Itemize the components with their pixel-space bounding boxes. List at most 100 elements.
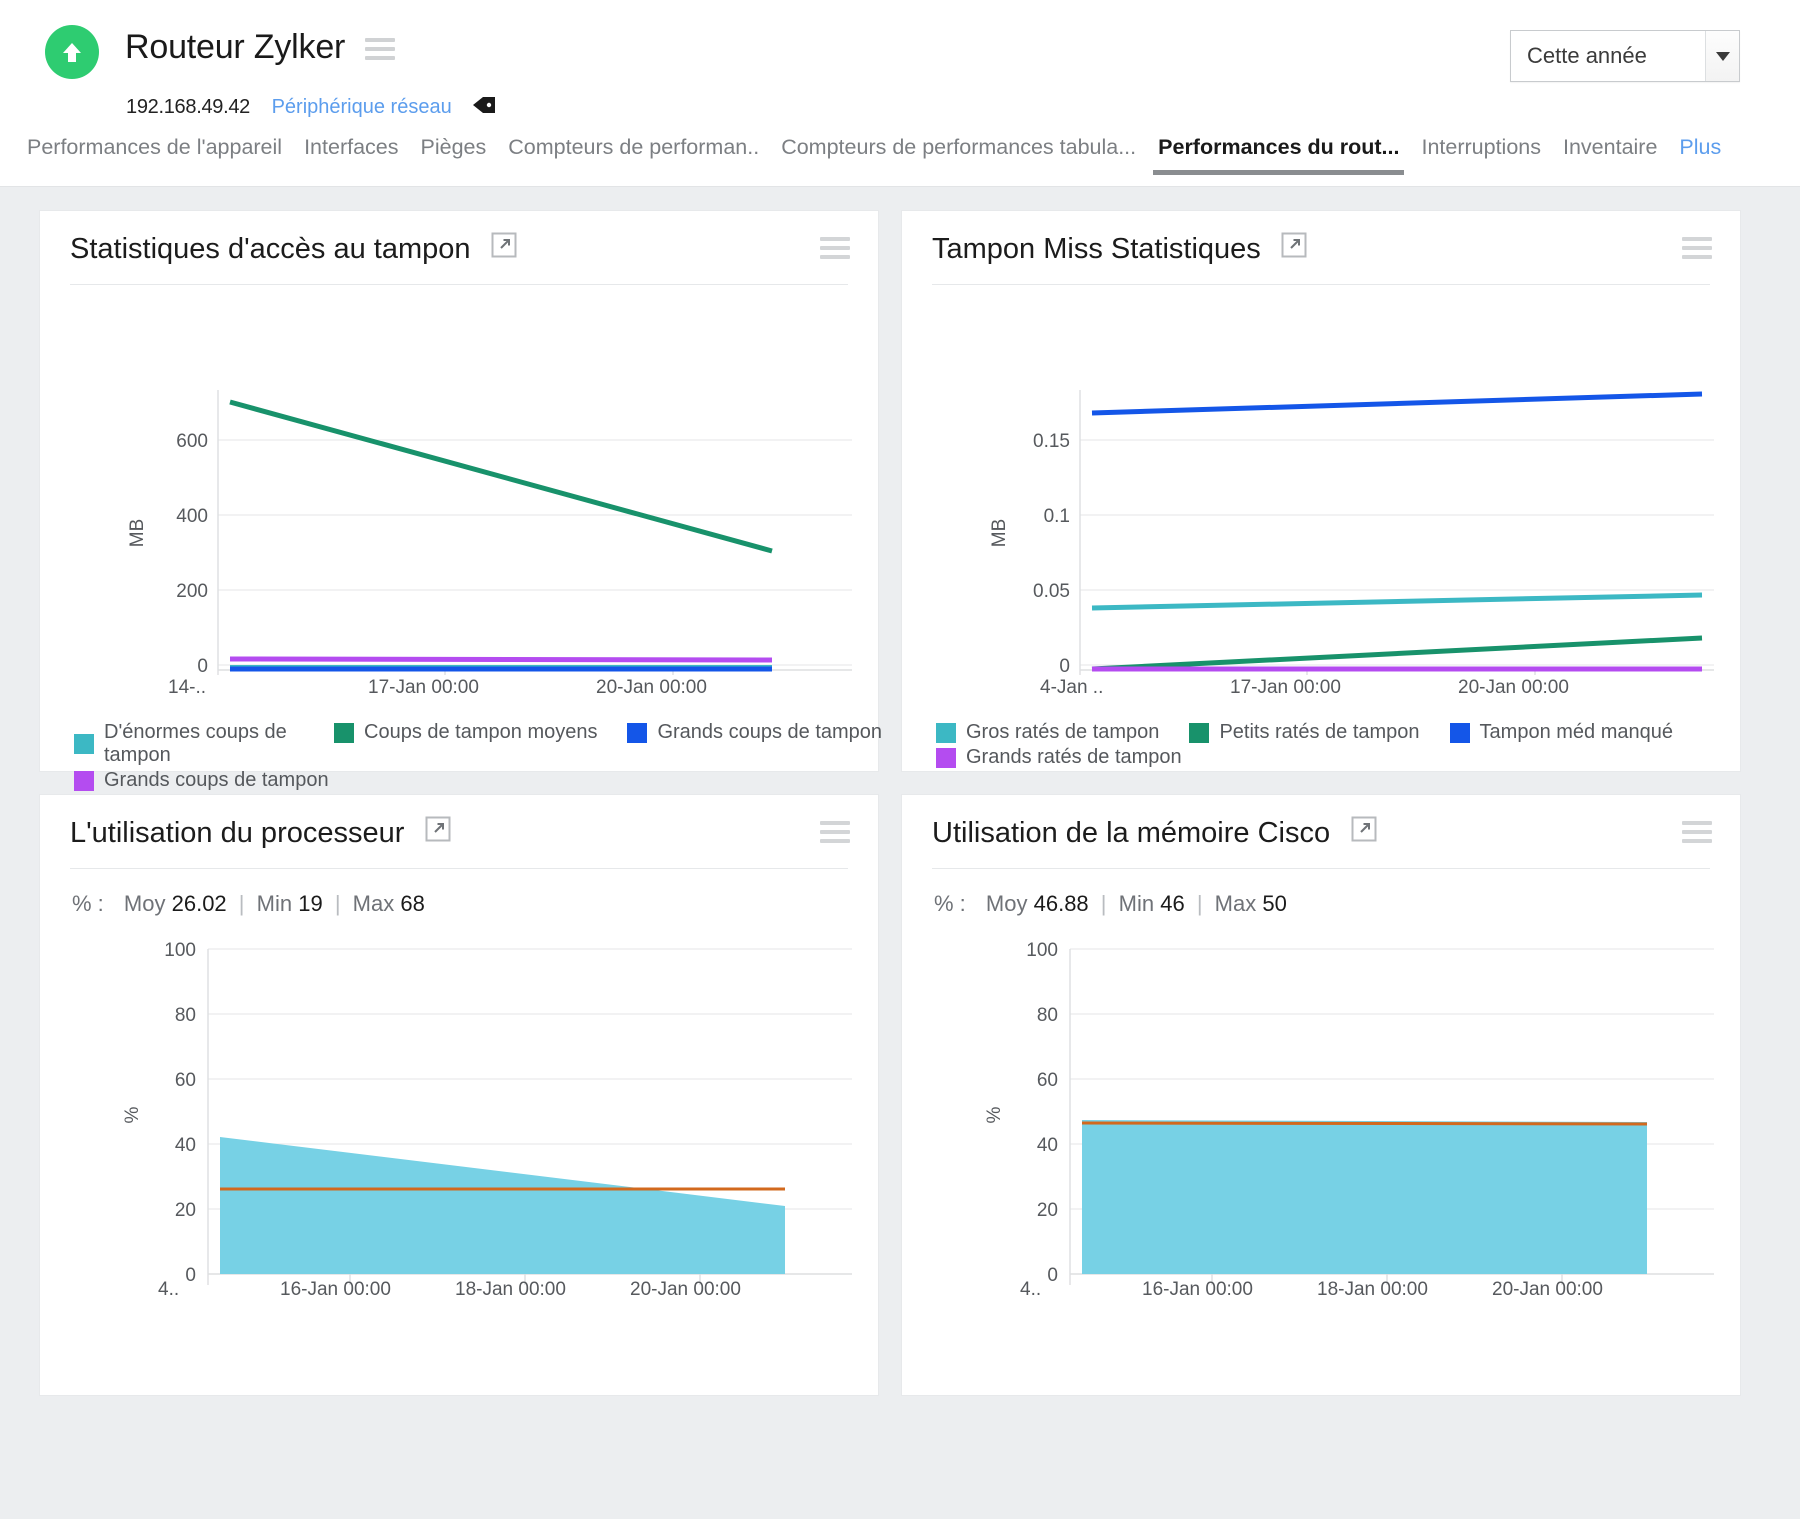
stat-unit: % :: [72, 891, 104, 916]
x-tick-label: 20-Jan 00:00: [1492, 1279, 1603, 1301]
legend-item[interactable]: Tampon méd manqué: [1450, 721, 1673, 744]
svg-text:40: 40: [175, 1135, 196, 1156]
tab-inventaire[interactable]: Inventaire: [1552, 135, 1668, 174]
legend-swatch: [1450, 723, 1470, 743]
tag-icon[interactable]: [471, 99, 497, 121]
tab-performances-du-routeur[interactable]: Performances du rout...: [1147, 135, 1410, 174]
x-tick-label: 20-Jan 00:00: [1458, 677, 1569, 699]
svg-text:600: 600: [176, 431, 208, 452]
legend-label: Grands ratés de tampon: [966, 746, 1182, 769]
legend-label: Tampon méd manqué: [1480, 721, 1673, 744]
external-link-icon[interactable]: [1281, 232, 1307, 263]
external-link-icon[interactable]: [491, 232, 517, 263]
stat-min-value: 19: [298, 891, 322, 916]
tab-bar: Performances de l'appareil Interfaces Pi…: [0, 135, 1800, 187]
legend-row: D'énormes coups de tampon Coups de tampo…: [74, 721, 878, 767]
stat-avg-value: 26.02: [172, 891, 227, 916]
svg-text:80: 80: [175, 1005, 196, 1026]
panel-title: L'utilisation du processeur: [70, 817, 404, 850]
device-type-link[interactable]: Périphérique réseau: [272, 96, 452, 118]
device-ip: 192.168.49.42: [126, 96, 250, 118]
svg-text:80: 80: [1037, 1005, 1058, 1026]
legend-label: Grands coups de tampon: [657, 721, 882, 744]
panel-menu-hamburger-icon[interactable]: [1682, 821, 1712, 848]
x-tick-label: 16-Jan 00:00: [1142, 1279, 1253, 1301]
panel-title: Statistiques d'accès au tampon: [70, 233, 471, 266]
stat-max-value: 50: [1262, 891, 1286, 916]
time-period-value: Cette année: [1511, 43, 1705, 69]
legend-row: Grands ratés de tampon: [936, 746, 1740, 769]
stat-avg-value: 46.88: [1034, 891, 1089, 916]
stat-avg-label: Moy: [124, 891, 166, 916]
legend-label: Petits ratés de tampon: [1219, 721, 1419, 744]
legend-item[interactable]: D'énormes coups de tampon: [74, 721, 304, 767]
svg-text:400: 400: [176, 506, 208, 527]
chart-legend: D'énormes coups de tampon Coups de tampo…: [40, 711, 878, 792]
x-tick-label: 4..: [158, 1279, 179, 1301]
svg-text:0: 0: [197, 656, 208, 675]
tab-compteurs-performance[interactable]: Compteurs de performan..: [497, 135, 770, 174]
stat-min-value: 46: [1160, 891, 1184, 916]
svg-text:MB: MB: [989, 519, 1010, 548]
panel-buffer-hit-statistics: Statistiques d'accès au tampon: [40, 211, 878, 771]
svg-text:%: %: [984, 1106, 1005, 1123]
panel-grid: Statistiques d'accès au tampon: [40, 211, 1760, 1395]
legend-item[interactable]: Grands coups de tampon: [74, 769, 329, 792]
svg-text:MB: MB: [127, 519, 148, 548]
legend-label: Gros ratés de tampon: [966, 721, 1159, 744]
tab-plus[interactable]: Plus: [1668, 135, 1732, 174]
svg-text:60: 60: [175, 1070, 196, 1091]
tab-interruptions[interactable]: Interruptions: [1410, 135, 1552, 174]
legend-item[interactable]: Grands coups de tampon: [627, 721, 882, 744]
panel-title: Utilisation de la mémoire Cisco: [932, 817, 1330, 850]
chart-svg: 600 400 200 0 MB: [40, 285, 878, 675]
stat-unit: % :: [934, 891, 966, 916]
panel-cpu-utilization: L'utilisation du processeur % : Moy 26.0…: [40, 795, 878, 1395]
legend-item[interactable]: Petits ratés de tampon: [1189, 721, 1419, 744]
panel-header: L'utilisation du processeur: [40, 795, 878, 850]
tab-pieges[interactable]: Pièges: [410, 135, 498, 174]
x-tick-label: 4..: [1020, 1279, 1041, 1301]
legend-item[interactable]: Coups de tampon moyens: [334, 721, 597, 744]
tab-performances-appareil[interactable]: Performances de l'appareil: [16, 135, 293, 174]
panel-menu-hamburger-icon[interactable]: [1682, 237, 1712, 264]
stat-max-label: Max: [353, 891, 395, 916]
x-tick-label: 20-Jan 00:00: [630, 1279, 741, 1301]
legend-label: D'énormes coups de tampon: [104, 721, 304, 767]
chart-legend: Gros ratés de tampon Petits ratés de tam…: [902, 711, 1740, 769]
legend-item[interactable]: Grands ratés de tampon: [936, 746, 1182, 769]
external-link-icon[interactable]: [425, 816, 451, 847]
panel-menu-hamburger-icon[interactable]: [820, 237, 850, 264]
x-tick-label: 18-Jan 00:00: [455, 1279, 566, 1301]
x-tick-label: 20-Jan 00:00: [596, 677, 707, 699]
device-status-up-arrow-icon: [45, 25, 99, 79]
panel-buffer-miss-statistics: Tampon Miss Statistiques 0.: [902, 211, 1740, 771]
svg-text:20: 20: [1037, 1200, 1058, 1221]
svg-text:0: 0: [1059, 656, 1070, 675]
panel-menu-hamburger-icon[interactable]: [820, 821, 850, 848]
page-header: Routeur Zylker 192.168.49.42 Périphériqu…: [0, 0, 1800, 135]
device-subline: 192.168.49.42 Périphérique réseau: [126, 91, 497, 119]
svg-text:60: 60: [1037, 1070, 1058, 1091]
time-period-select[interactable]: Cette année: [1510, 30, 1740, 82]
memory-summary-stats: % : Moy 46.88 | Min 46 | Max 50: [902, 869, 1740, 917]
legend-swatch: [627, 723, 647, 743]
device-menu-hamburger-icon[interactable]: [365, 38, 395, 65]
external-link-icon[interactable]: [1351, 816, 1377, 847]
tab-interfaces[interactable]: Interfaces: [293, 135, 409, 174]
legend-swatch: [334, 723, 354, 743]
legend-swatch: [1189, 723, 1209, 743]
panel-cisco-memory-utilization: Utilisation de la mémoire Cisco % : Moy …: [902, 795, 1740, 1395]
legend-swatch: [936, 748, 956, 768]
svg-text:100: 100: [1026, 940, 1058, 961]
svg-text:0.05: 0.05: [1033, 581, 1070, 602]
legend-item[interactable]: Gros ratés de tampon: [936, 721, 1159, 744]
stat-avg-label: Moy: [986, 891, 1028, 916]
tab-compteurs-performances-tabulaires[interactable]: Compteurs de performances tabula...: [770, 135, 1147, 174]
chart-buffer-hit-statistics: 600 400 200 0 MB 14-..: [40, 285, 878, 675]
legend-row: Grands coups de tampon: [74, 769, 878, 792]
caret-down-icon[interactable]: [1705, 31, 1739, 81]
stat-min-label: Min: [257, 891, 292, 916]
chart-cpu-utilization: 100 80 60 40 20 0 % 4.. 16-Jan 00:00 18-…: [40, 917, 878, 1317]
dashboard: Statistiques d'accès au tampon: [0, 187, 1800, 1519]
